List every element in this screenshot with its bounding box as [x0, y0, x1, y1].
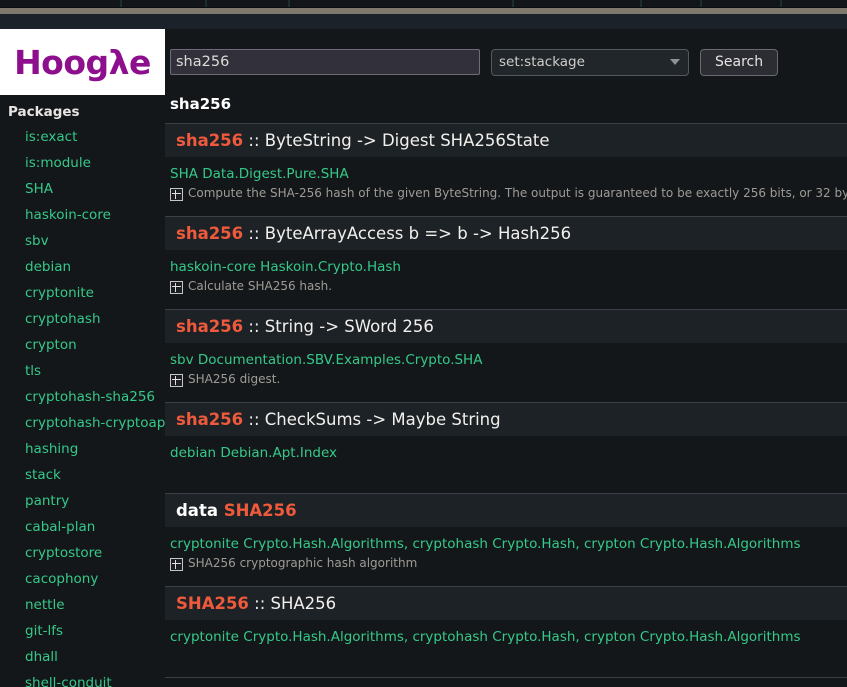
search-button[interactable]: Search	[700, 48, 779, 76]
sidebar-item-shell-conduit[interactable]: shell-conduit	[0, 670, 165, 687]
result-signature[interactable]: sha256 :: String -> SWord 256	[165, 309, 847, 343]
expand-plus-icon[interactable]	[170, 281, 183, 294]
next-result-divider	[165, 677, 847, 678]
page-body: Hoogλe Packages is:exact is:module SHA hask…	[0, 29, 847, 687]
sidebar-item-dhall[interactable]: dhall	[0, 644, 165, 670]
result-signature[interactable]: sha256 :: ByteArrayAccess b => b -> Hash…	[165, 216, 847, 250]
search-bar: set:stackage Search	[165, 29, 847, 95]
result-signature[interactable]: SHA256 :: SHA256	[165, 586, 847, 620]
result-item: data SHA256 cryptonite Crypto.Hash.Algori…	[165, 493, 847, 586]
result-name[interactable]: SHA256	[224, 501, 297, 520]
result-name[interactable]: SHA256	[176, 594, 249, 613]
result-item: sha256 :: ByteArrayAccess b => b -> Hash…	[165, 216, 847, 309]
result-item: sha256 :: CheckSums -> Maybe String debia…	[165, 402, 847, 493]
result-modules[interactable]: haskoin-core Haskoin.Crypto.Hash	[165, 250, 847, 275]
result-doc-spacer	[165, 461, 847, 493]
sidebar-item-cacophony[interactable]: cacophony	[0, 566, 165, 592]
result-item: SHA256 :: SHA256 cryptonite Crypto.Hash.A…	[165, 586, 847, 677]
search-results: sha256 :: ByteString -> Digest SHA256Sta…	[165, 123, 847, 678]
sidebar-item-cabal-plan[interactable]: cabal-plan	[0, 514, 165, 540]
sidebar-item-haskoin-core[interactable]: haskoin-core	[0, 202, 165, 228]
expand-plus-icon[interactable]	[170, 188, 183, 201]
sidebar-item-pantry[interactable]: pantry	[0, 488, 165, 514]
result-doc-text: SHA256 digest.	[188, 372, 281, 386]
hoogle-logo-text: Hoogλe	[14, 42, 151, 82]
result-doc-row: Calculate SHA256 hash.	[165, 275, 847, 309]
result-modules[interactable]: cryptonite Crypto.Hash.Algorithms, crypt…	[165, 620, 847, 645]
browser-chrome-strip	[0, 0, 847, 8]
result-doc-text: Calculate SHA256 hash.	[188, 279, 333, 293]
sidebar-item-stack[interactable]: stack	[0, 462, 165, 488]
result-type-signature: :: String -> SWord 256	[243, 317, 434, 336]
sidebar-item-crypton[interactable]: crypton	[0, 332, 165, 358]
page-top-band	[0, 14, 847, 29]
result-doc-row: SHA256 digest.	[165, 368, 847, 402]
sidebar-item-tls[interactable]: tls	[0, 358, 165, 384]
result-type-signature: :: CheckSums -> Maybe String	[243, 410, 501, 429]
result-name[interactable]: sha256	[176, 410, 243, 429]
main-content: set:stackage Search sha256 sha256 :: Byt…	[165, 29, 847, 687]
result-doc-row: SHA256 cryptographic hash algorithm	[165, 552, 847, 586]
sidebar-item-is-exact[interactable]: is:exact	[0, 124, 165, 150]
sidebar-section-title: Packages	[8, 104, 80, 120]
result-doc-text: SHA256 cryptographic hash algorithm	[188, 556, 418, 570]
query-heading: sha256	[170, 95, 232, 113]
sidebar-item-cryptohash[interactable]: cryptohash	[0, 306, 165, 332]
result-signature[interactable]: sha256 :: CheckSums -> Maybe String	[165, 402, 847, 436]
scope-select[interactable]: set:stackage	[491, 48, 689, 76]
sidebar: Hoogλe Packages is:exact is:module SHA hask…	[0, 29, 165, 687]
sidebar-item-sbv[interactable]: sbv	[0, 228, 165, 254]
result-doc-spacer	[165, 645, 847, 677]
expand-plus-icon[interactable]	[170, 374, 183, 387]
sidebar-item-git-lfs[interactable]: git-lfs	[0, 618, 165, 644]
result-type-signature: :: ByteString -> Digest SHA256State	[243, 131, 550, 150]
result-keyword: data	[176, 501, 224, 520]
result-item: sha256 :: String -> SWord 256 sbv Documen…	[165, 309, 847, 402]
result-type-signature: :: ByteArrayAccess b => b -> Hash256	[243, 224, 572, 243]
sidebar-item-cryptonite[interactable]: cryptonite	[0, 280, 165, 306]
result-type-signature: :: SHA256	[248, 594, 337, 613]
result-signature[interactable]: sha256 :: ByteString -> Digest SHA256Sta…	[165, 123, 847, 157]
result-modules[interactable]: debian Debian.Apt.Index	[165, 436, 847, 461]
sidebar-item-debian[interactable]: debian	[0, 254, 165, 280]
result-modules[interactable]: cryptonite Crypto.Hash.Algorithms, crypt…	[165, 527, 847, 552]
result-modules[interactable]: SHA Data.Digest.Pure.SHA	[165, 157, 847, 182]
expand-plus-icon[interactable]	[170, 558, 183, 571]
result-doc-text: Compute the SHA-256 hash of the given By…	[188, 186, 847, 200]
result-name[interactable]: sha256	[176, 224, 243, 243]
sidebar-package-list: is:exact is:module SHA haskoin-core sbv debia…	[0, 124, 165, 687]
sidebar-item-is-module[interactable]: is:module	[0, 150, 165, 176]
hoogle-logo[interactable]: Hoogλe	[0, 29, 165, 95]
chevron-down-icon	[670, 59, 680, 65]
sidebar-item-sha[interactable]: SHA	[0, 176, 165, 202]
result-signature[interactable]: data SHA256	[165, 493, 847, 527]
result-doc-row: Compute the SHA-256 hash of the given By…	[165, 182, 847, 216]
sidebar-item-cryptohash-sha256[interactable]: cryptohash-sha256	[0, 384, 165, 410]
sidebar-item-nettle[interactable]: nettle	[0, 592, 165, 618]
result-name[interactable]: sha256	[176, 131, 243, 150]
result-modules[interactable]: sbv Documentation.SBV.Examples.Crypto.SH…	[165, 343, 847, 368]
sidebar-item-hashing[interactable]: hashing	[0, 436, 165, 462]
result-item: sha256 :: ByteString -> Digest SHA256Sta…	[165, 123, 847, 216]
scope-select-value: set:stackage	[499, 54, 585, 70]
sidebar-item-cryptostore[interactable]: cryptostore	[0, 540, 165, 566]
search-input[interactable]	[170, 49, 480, 75]
result-name[interactable]: sha256	[176, 317, 243, 336]
sidebar-item-cryptohash-cryptoapi[interactable]: cryptohash-cryptoapi	[0, 410, 165, 436]
